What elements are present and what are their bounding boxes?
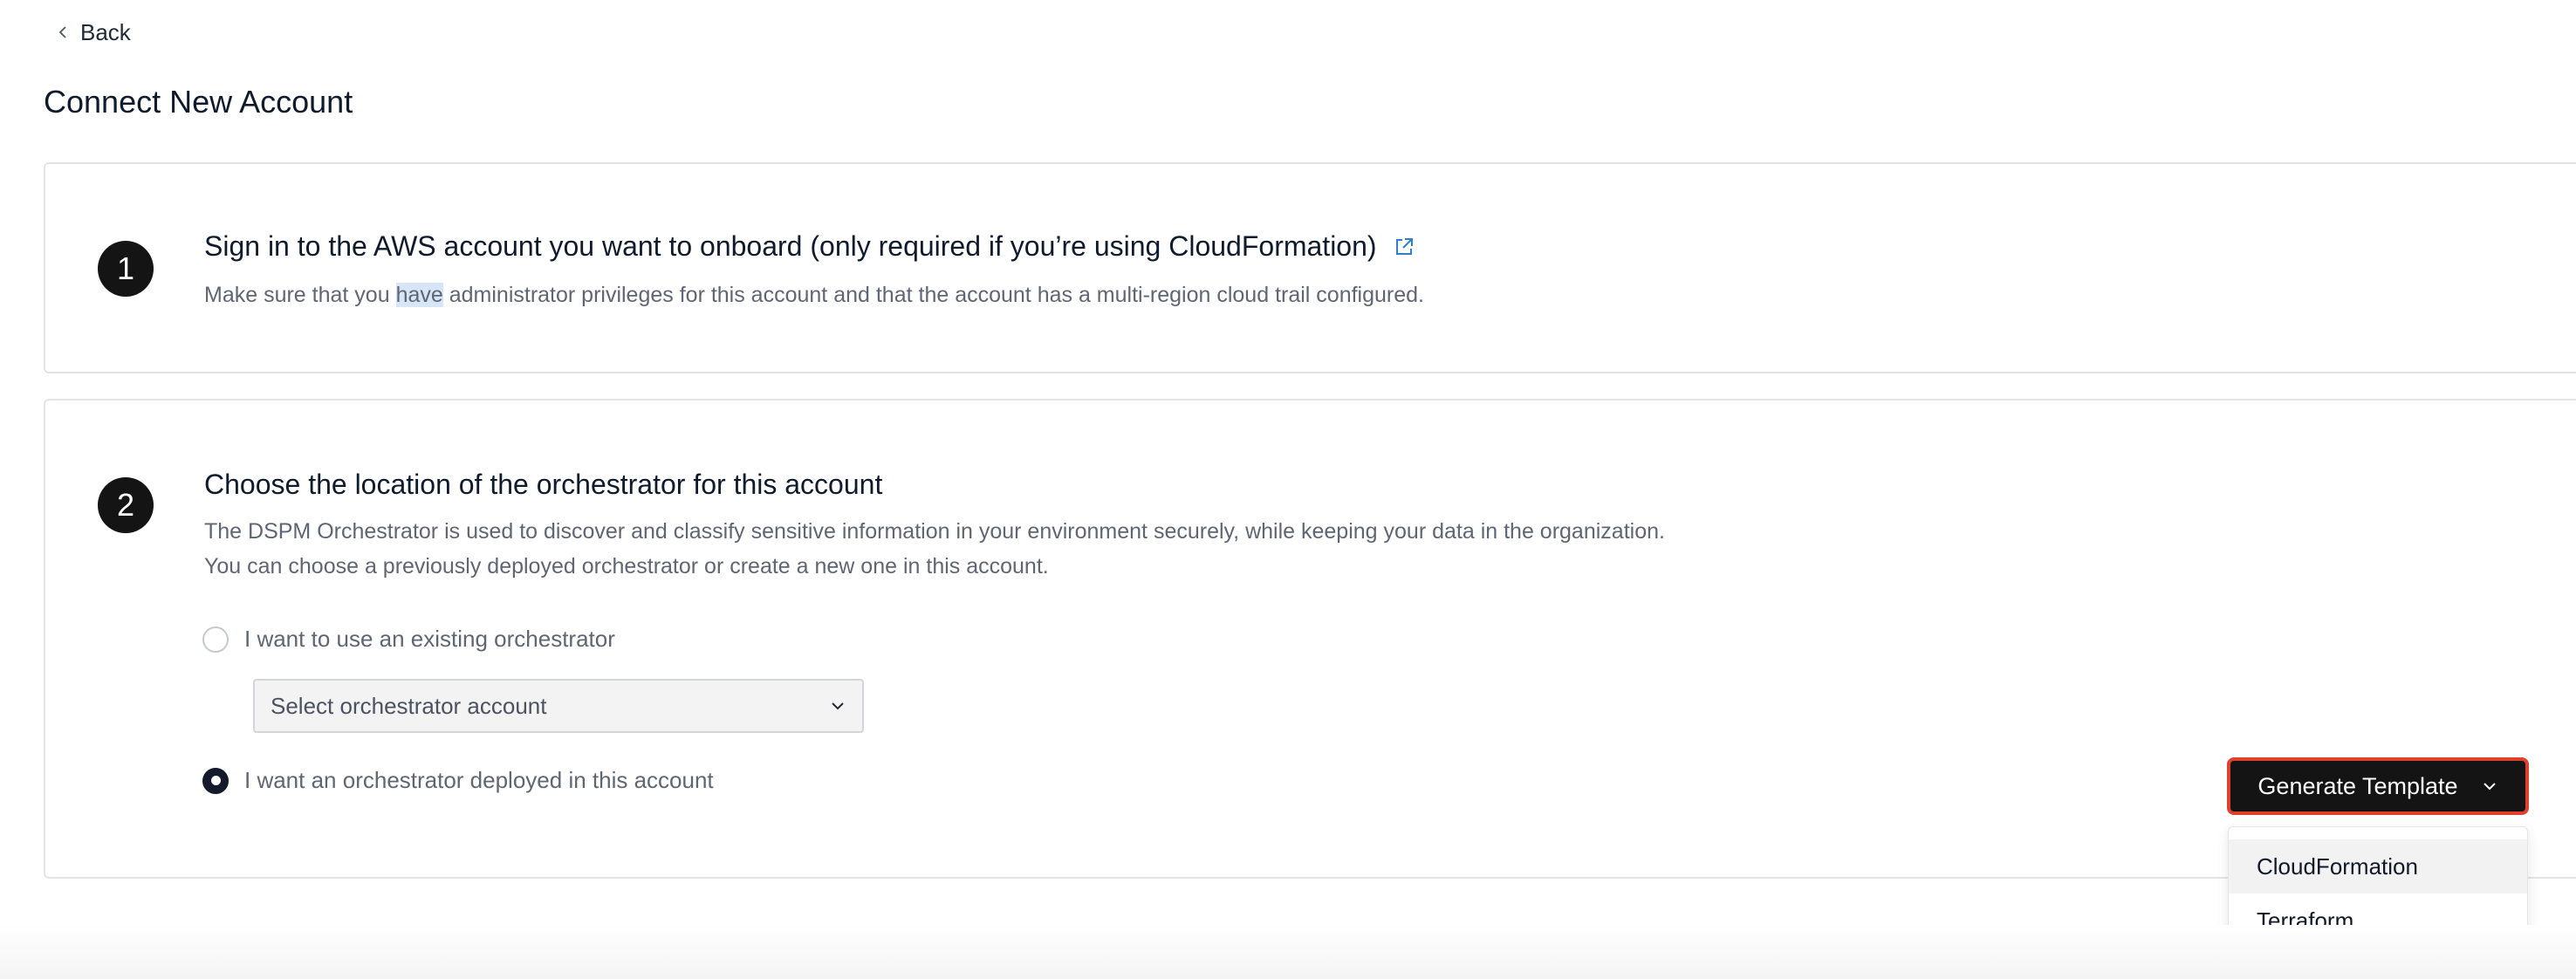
page: Back Connect New Account 1 Sign in to th… <box>0 0 2576 979</box>
step-2-description-line-2: You can choose a previously deployed orc… <box>204 554 1049 578</box>
back-label: Back <box>80 18 131 45</box>
menu-item-cloudformation[interactable]: CloudFormation <box>2229 839 2527 893</box>
radio-dot <box>210 776 221 785</box>
orchestrator-select-placeholder: Select orchestrator account <box>271 692 547 719</box>
step-1-title: Sign in to the AWS account you want to o… <box>204 230 1377 262</box>
generate-template-button[interactable]: Generate Template <box>2227 757 2529 815</box>
option-existing-orchestrator[interactable]: I want to use an existing orchestrator <box>202 626 615 653</box>
step-1-card: 1 Sign in to the AWS account you want to… <box>44 162 2576 373</box>
step-2-title: Choose the location of the orchestrator … <box>204 469 883 500</box>
existing-orchestrator-label: I want to use an existing orchestrator <box>244 626 615 652</box>
step-2-description: The DSPM Orchestrator is used to discove… <box>204 514 1665 584</box>
step-2-description-line-1: The DSPM Orchestrator is used to discove… <box>204 519 1665 544</box>
page-title: Connect New Account <box>44 84 353 120</box>
back-link[interactable]: Back <box>56 16 131 49</box>
chevron-down-icon <box>2481 777 2498 795</box>
option-new-orchestrator[interactable]: I want an orchestrator deployed in this … <box>202 767 714 794</box>
step-1-description-end: administrator privileges for this accoun… <box>442 283 1424 307</box>
existing-orchestrator-radio[interactable] <box>202 626 229 653</box>
orchestrator-account-select[interactable]: Select orchestrator account <box>253 679 864 733</box>
new-orchestrator-radio[interactable] <box>202 767 229 794</box>
step-1-number: 1 <box>98 241 154 297</box>
step-1-description: Make sure that you have administrator pr… <box>204 277 1424 312</box>
step-1-description-start: Make sure that you <box>204 283 396 307</box>
step-2-card: 2 Choose the location of the orchestrato… <box>44 399 2576 879</box>
step-2-number: 2 <box>98 477 154 533</box>
generate-template-label: Generate Template <box>2257 772 2458 799</box>
chevron-left-icon <box>56 25 70 39</box>
chevron-down-icon <box>829 697 846 715</box>
step-1-title-row: Sign in to the AWS account you want to o… <box>204 230 1415 263</box>
external-link-icon[interactable] <box>1393 236 1415 258</box>
step-1-description-highlight: have <box>395 283 443 307</box>
new-orchestrator-label: I want an orchestrator deployed in this … <box>244 767 714 793</box>
bottom-fade <box>0 925 2576 979</box>
